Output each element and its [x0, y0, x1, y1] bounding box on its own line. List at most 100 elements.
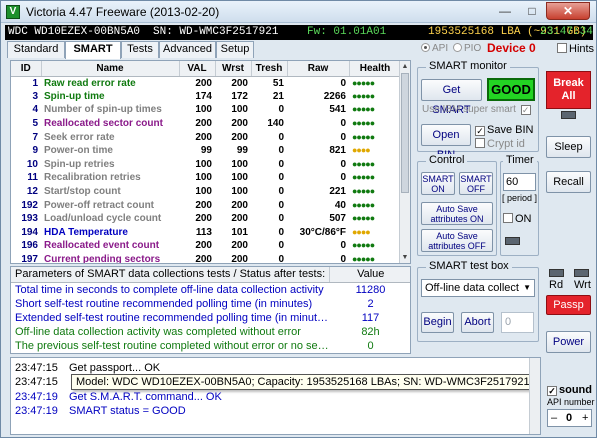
params-row-label: Short self-test routine recommended poll…: [15, 297, 313, 310]
smart-row[interactable]: 5 Reallocated sector count 200 200 140 0 ●●●●●: [11, 117, 401, 131]
smart-row-name: HDA Temperature: [44, 226, 128, 238]
timer-on-checkbox[interactable]: ON: [503, 213, 532, 225]
params-row[interactable]: The previous self-test routine completed…: [11, 339, 410, 353]
scroll-down-icon[interactable]: ▼: [400, 252, 410, 263]
header-name[interactable]: Name: [41, 61, 180, 77]
smart-off-button[interactable]: SMART OFF: [459, 172, 493, 195]
dropdown-arrow-icon[interactable]: ▼: [523, 280, 531, 296]
get-smart-button[interactable]: Get SMART: [421, 79, 482, 116]
params-row[interactable]: Extended self-test routine recommended p…: [11, 311, 410, 325]
power-button[interactable]: Power: [546, 331, 591, 353]
api-number-increment[interactable]: +: [582, 410, 588, 426]
smart-row-raw: 0: [340, 77, 346, 89]
tab-standard[interactable]: Standard: [7, 41, 65, 58]
smart-row[interactable]: 9 Power-on time 99 99 0 821 ●●●●: [11, 144, 401, 158]
header-wrst[interactable]: Wrst: [215, 61, 252, 77]
rd-label: Rd: [549, 279, 564, 291]
close-button[interactable]: ✕: [546, 2, 590, 20]
begin-button[interactable]: Begin: [421, 312, 454, 333]
header-val[interactable]: VAL: [179, 61, 216, 77]
smart-row-wrst: 100: [231, 172, 248, 184]
smart-row-val: 200: [195, 213, 212, 225]
autosave-on-button[interactable]: Auto Save attributes ON: [421, 202, 493, 225]
params-row-value: 82h: [361, 325, 380, 338]
params-header: Parameters of SMART data collections tes…: [11, 267, 410, 283]
smart-row-wrst: 100: [231, 186, 248, 198]
api-number-stepper[interactable]: – 0 +: [547, 409, 592, 427]
smart-attributes-table[interactable]: ID Name VAL Wrst Tresh Raw Health 1 Raw r…: [10, 60, 411, 264]
smart-row[interactable]: 7 Seek error rate 200 200 0 0 ●●●●●: [11, 130, 401, 144]
smart-row[interactable]: 1 Raw read error rate 200 200 51 0 ●●●●●: [11, 76, 401, 90]
smart-row[interactable]: 10 Spin-up retries 100 100 0 0 ●●●●●: [11, 158, 401, 172]
tab-advanced[interactable]: Advanced: [159, 41, 216, 58]
minimize-button[interactable]: —: [492, 2, 518, 20]
params-row[interactable]: Off-line data collection activity was co…: [11, 325, 410, 339]
log-scrollbar[interactable]: [529, 358, 540, 434]
autosave-off-button[interactable]: Auto Save attributes OFF: [421, 229, 493, 252]
timer-input[interactable]: 60: [503, 173, 536, 191]
smart-row[interactable]: 3 Spin-up time 174 172 21 2266 ●●●●●: [11, 90, 401, 104]
smart-params-table[interactable]: Parameters of SMART data collections tes…: [10, 266, 411, 354]
abort-button[interactable]: Abort: [461, 312, 494, 333]
maximize-button[interactable]: □: [519, 2, 545, 20]
write-indicator: [574, 269, 589, 277]
api-number-decrement[interactable]: –: [551, 410, 557, 426]
title-bar[interactable]: V Victoria 4.47 Freeware (2013-02-20) — …: [1, 1, 596, 23]
log-time: 23:47:15: [15, 362, 58, 374]
smart-on-button[interactable]: SMART ON: [421, 172, 455, 195]
ibm-super-smart-option[interactable]: Use IBM super smart ✓: [422, 104, 533, 115]
sound-checkbox[interactable]: ✓ sound: [547, 384, 592, 396]
log-line: 23:47:15: [15, 376, 69, 389]
smart-row[interactable]: 11 Recalibration retries 100 100 0 0 ●●●●●: [11, 171, 401, 185]
ibm-super-smart-label: Use IBM super smart: [422, 104, 516, 115]
smart-row-name: Spin-up time: [44, 90, 105, 102]
recall-button[interactable]: Recall: [546, 171, 591, 193]
header-health[interactable]: Health: [349, 61, 402, 77]
smart-row-raw: 0: [340, 254, 346, 264]
drive-serial: SN: WD-WMC3F2517921: [153, 26, 279, 38]
test-number-input[interactable]: 0: [501, 312, 534, 333]
scroll-up-icon[interactable]: ▲: [400, 61, 410, 72]
app-icon: V: [6, 5, 20, 19]
smart-row-tresh: 0: [278, 186, 284, 198]
header-raw[interactable]: Raw: [287, 61, 350, 77]
api-radio[interactable]: API: [421, 43, 448, 54]
tab-smart[interactable]: SMART: [65, 41, 121, 59]
drive-model: WDC WD10EZEX-00BN5A0: [8, 26, 141, 38]
hints-checkbox[interactable]: Hints: [557, 43, 594, 55]
smart-row-tresh: 0: [278, 199, 284, 211]
log-time: 23:47:15: [15, 376, 58, 388]
clock: 23:47:34: [540, 26, 593, 38]
test-type-select[interactable]: Off-line data collect ▼: [421, 279, 535, 297]
tab-tests[interactable]: Tests: [121, 41, 159, 58]
pio-radio[interactable]: PIO: [453, 43, 481, 54]
drive-info-bar: WDC WD10EZEX-00BN5A0 SN: WD-WMC3F2517921…: [5, 25, 593, 40]
smart-row-health: ●●●●●: [352, 158, 375, 169]
header-tresh[interactable]: Tresh: [251, 61, 288, 77]
smart-row-health: ●●●●●: [352, 254, 375, 264]
params-row[interactable]: Total time in seconds to complete off-li…: [11, 282, 410, 297]
smart-row[interactable]: 196 Reallocated event count 200 200 0 0 ●●●●●: [11, 239, 401, 253]
tab-setup[interactable]: Setup: [216, 41, 254, 58]
event-log[interactable]: 23:47:15 Get passport... OK 23:47:15 Mode…: [10, 357, 541, 435]
smart-row[interactable]: 192 Power-off retract count 200 200 0 40 ●●●●●: [11, 198, 401, 212]
check-icon: ✓: [547, 386, 557, 396]
smart-row[interactable]: 197 Current pending sectors 200 200 0 0 ●●●●●: [11, 253, 401, 264]
smart-table-scrollbar[interactable]: ▲ ▼: [399, 61, 410, 263]
passp-button[interactable]: Passp: [546, 295, 591, 315]
app-window: V Victoria 4.47 Freeware (2013-02-20) — …: [0, 0, 597, 438]
open-bin-button[interactable]: Open BIN: [421, 124, 471, 161]
break-all-button[interactable]: Break All: [546, 71, 591, 109]
params-row[interactable]: Short self-test routine recommended poll…: [11, 297, 410, 311]
smart-row[interactable]: 12 Start/stop count 100 100 0 221 ●●●●●: [11, 185, 401, 199]
save-bin-checkbox[interactable]: ✓ Save BIN: [475, 124, 533, 136]
smart-row-val: 100: [195, 158, 212, 170]
header-id[interactable]: ID: [11, 61, 42, 77]
smart-row[interactable]: 193 Load/unload cycle count 200 200 0 507 ●●●●…: [11, 212, 401, 226]
smart-row[interactable]: 194 HDA Temperature 113 101 0 30°C/86°F ●●●●: [11, 226, 401, 240]
crypt-id-checkbox[interactable]: Crypt id: [475, 138, 525, 150]
smart-row[interactable]: 4 Number of spin-up times 100 100 0 541 ●●●●●: [11, 103, 401, 117]
sleep-button[interactable]: Sleep: [546, 136, 591, 158]
smart-row-raw: 507: [329, 213, 346, 225]
scroll-thumb[interactable]: [401, 73, 409, 193]
